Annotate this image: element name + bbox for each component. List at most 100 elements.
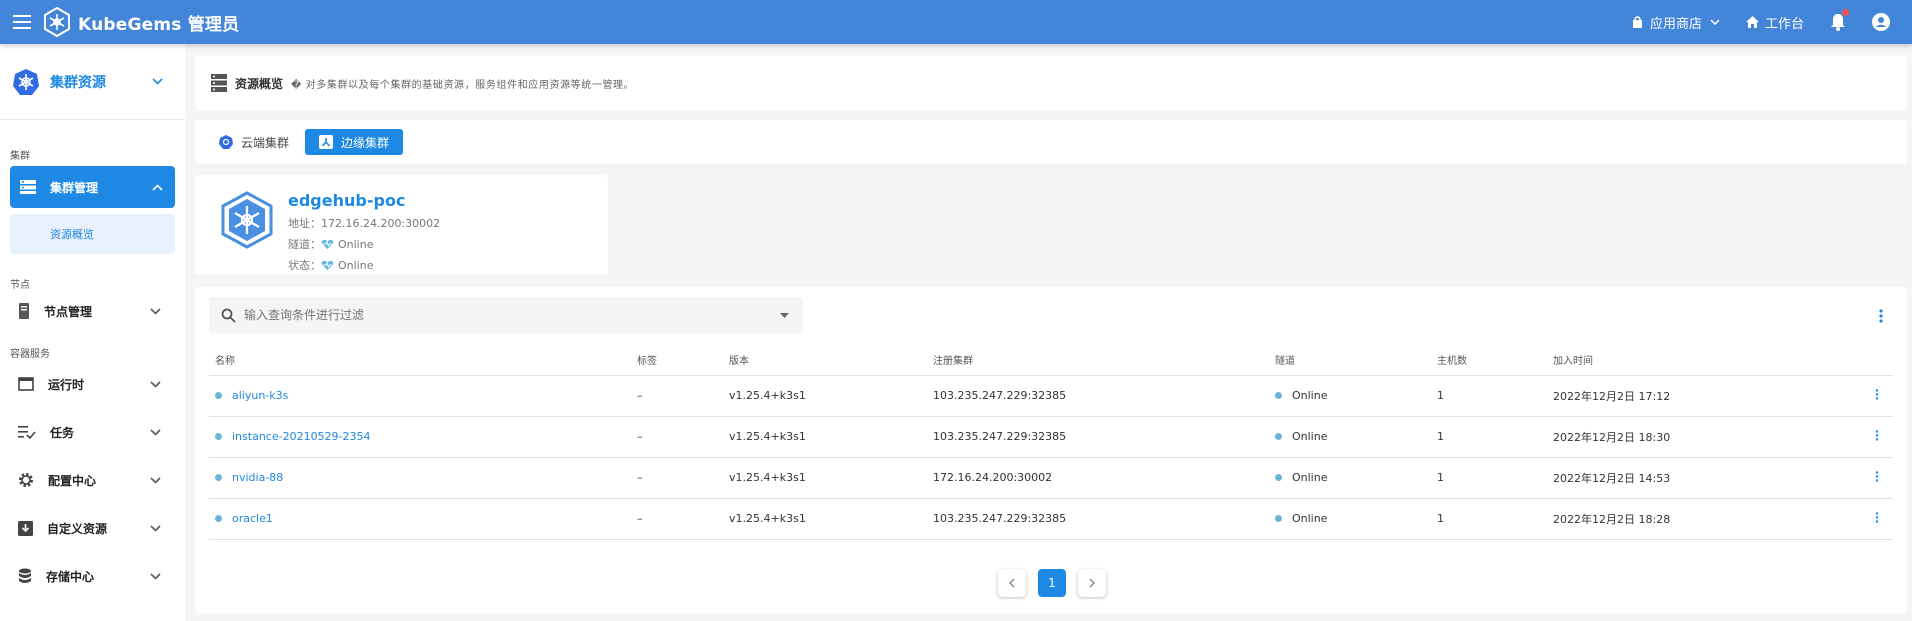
cluster-name: edgehub-poc xyxy=(288,191,406,210)
column-header-tunnel: 隧道 xyxy=(1269,345,1431,376)
edge-cluster-table: 名称 标签 版本 注册集群 隧道 主机数 加入时间 aliyun-k3s – v… xyxy=(209,345,1893,540)
column-header-register-cluster: 注册集群 xyxy=(927,345,1269,376)
cell-register: 103.235.247.229:32385 xyxy=(927,498,1269,540)
cluster-name-text: nvidia-88 xyxy=(232,471,284,484)
cell-version: v1.25.4+k3s1 xyxy=(723,457,927,499)
cluster-link[interactable]: nvidia-88 xyxy=(215,471,283,484)
edge-hub-card: edgehub-poc 地址： 172.16.24.200:30002 隧道： … xyxy=(195,175,608,275)
cell-version: v1.25.4+k3s1 xyxy=(723,498,927,540)
heartbeat-icon xyxy=(321,239,334,249)
sidebar-item-label: 配置中心 xyxy=(48,473,97,488)
sidebar-item-runtime[interactable]: 运行时 xyxy=(0,364,185,404)
more-vert-icon[interactable] xyxy=(1875,388,1879,400)
tab-edge-clusters[interactable]: 边缘集群 xyxy=(305,129,404,155)
cell-version: v1.25.4+k3s1 xyxy=(723,375,927,417)
cluster-resource-label: 集群资源 xyxy=(50,74,106,91)
cell-tunnel: Online xyxy=(1269,457,1431,499)
kubernetes-icon xyxy=(219,135,233,149)
dropdown-arrow-icon[interactable] xyxy=(780,312,789,318)
cell-labels: – xyxy=(631,498,723,540)
app-title: KubeGems 管理员 xyxy=(78,14,240,35)
cell-register: 103.235.247.229:32385 xyxy=(927,416,1269,458)
store-icon xyxy=(1632,15,1642,28)
edge-cluster-table-panel: 名称 标签 版本 注册集群 隧道 主机数 加入时间 aliyun-k3s – v… xyxy=(195,287,1907,613)
cell-version: v1.25.4+k3s1 xyxy=(723,416,927,458)
chevron-left-icon xyxy=(1009,578,1015,588)
sidebar-item-label: 节点管理 xyxy=(44,304,93,319)
tunnel-text: Online xyxy=(1292,471,1328,484)
more-vert-icon[interactable] xyxy=(1875,429,1879,441)
page-description: � 对多集群以及每个集群的基础资源，服务组件和应用资源等统一管理。 xyxy=(291,79,635,91)
cluster-status: Online xyxy=(338,258,374,272)
cell-labels: – xyxy=(631,375,723,417)
sidebar-item-storage-center[interactable]: 存储中心 xyxy=(0,556,185,596)
gear-icon xyxy=(19,473,33,487)
row-actions xyxy=(1827,498,1893,540)
cell-joined: 2022年12月2日 17:12 xyxy=(1547,375,1827,417)
more-vert-icon[interactable] xyxy=(1875,511,1879,523)
cell-hosts: 1 xyxy=(1431,498,1547,540)
notifications-button[interactable] xyxy=(1830,9,1849,31)
workbench-link[interactable]: 工作台 xyxy=(1745,13,1804,32)
cell-joined: 2022年12月2日 14:53 xyxy=(1547,457,1827,499)
chevron-down-icon xyxy=(1710,19,1720,25)
prev-page-button[interactable] xyxy=(998,569,1026,597)
sidebar-item-label: 自定义资源 xyxy=(47,521,108,536)
app-store-menu[interactable]: 应用商店 xyxy=(1631,13,1720,32)
table-row: oracle1 – v1.25.4+k3s1 103.235.247.229:3… xyxy=(209,498,1893,540)
cluster-link[interactable]: oracle1 xyxy=(215,512,273,525)
column-header-joined: 加入时间 xyxy=(1547,345,1827,376)
cluster-status-row: 状态： Online xyxy=(288,257,440,273)
task-list-icon xyxy=(18,426,36,439)
column-header-labels: 标签 xyxy=(631,345,723,376)
notification-badge xyxy=(1842,9,1849,16)
cell-hosts: 1 xyxy=(1431,375,1547,417)
cell-hosts: 1 xyxy=(1431,416,1547,458)
server-icon xyxy=(211,74,227,92)
next-page-button[interactable] xyxy=(1078,569,1106,597)
app-store-label: 应用商店 xyxy=(1649,16,1702,32)
more-vert-icon[interactable] xyxy=(1875,470,1879,482)
status-dot xyxy=(215,392,222,399)
cluster-link[interactable]: instance-20210529-2354 xyxy=(215,430,371,443)
page-title: 资源概览 xyxy=(235,76,284,91)
tunnel-text: Online xyxy=(1292,389,1328,402)
cluster-name-text: oracle1 xyxy=(232,512,273,525)
account-button[interactable] xyxy=(1872,13,1890,31)
node-icon xyxy=(19,303,29,319)
search-icon xyxy=(221,308,236,323)
table-header-row: 名称 标签 版本 注册集群 隧道 主机数 加入时间 xyxy=(209,345,1893,376)
column-header-name[interactable]: 名称 xyxy=(209,345,631,376)
cell-joined: 2022年12月2日 18:28 xyxy=(1547,498,1827,540)
sidebar-item-cluster-management[interactable]: 集群管理 xyxy=(10,166,175,208)
cluster-address-row: 地址： 172.16.24.200:30002 xyxy=(288,215,440,231)
menu-icon[interactable] xyxy=(2,0,42,44)
sidebar-item-label: 任务 xyxy=(50,425,75,440)
cell-tunnel: Online xyxy=(1269,498,1431,540)
cluster-resource-selector[interactable]: 集群资源 xyxy=(0,44,185,120)
section-label-node: 节点 xyxy=(10,280,30,291)
sidebar-item-custom-resources[interactable]: 自定义资源 xyxy=(0,508,185,548)
cluster-address: 172.16.24.200:30002 xyxy=(321,216,441,230)
tab-cloud-clusters[interactable]: 云端集群 xyxy=(219,129,299,155)
sidebar-item-node-management[interactable]: 节点管理 xyxy=(0,291,185,331)
cell-labels: – xyxy=(631,457,723,499)
sidebar-item-label: 存储中心 xyxy=(46,569,95,584)
chevron-down-icon xyxy=(150,572,161,580)
address-label: 地址： xyxy=(288,217,321,230)
sidebar-item-jobs[interactable]: 任务 xyxy=(0,412,185,452)
tunnel-label: 隧道： xyxy=(288,238,321,251)
page-button-current[interactable]: 1 xyxy=(1038,569,1066,597)
status-dot xyxy=(215,433,222,440)
cell-joined: 2022年12月2日 18:30 xyxy=(1547,416,1827,458)
filter-search-box[interactable] xyxy=(209,297,803,333)
status-label: 状态： xyxy=(288,259,321,272)
chevron-down-icon xyxy=(150,524,161,532)
cluster-link[interactable]: aliyun-k3s xyxy=(215,389,288,402)
sidebar-item-resource-overview[interactable]: 资源概览 xyxy=(10,214,175,254)
cell-register: 172.16.24.200:30002 xyxy=(927,457,1269,499)
sidebar-item-config-center[interactable]: 配置中心 xyxy=(0,460,185,500)
more-vert-icon[interactable] xyxy=(1879,309,1883,323)
workbench-label: 工作台 xyxy=(1764,16,1804,32)
filter-input[interactable] xyxy=(244,308,780,322)
